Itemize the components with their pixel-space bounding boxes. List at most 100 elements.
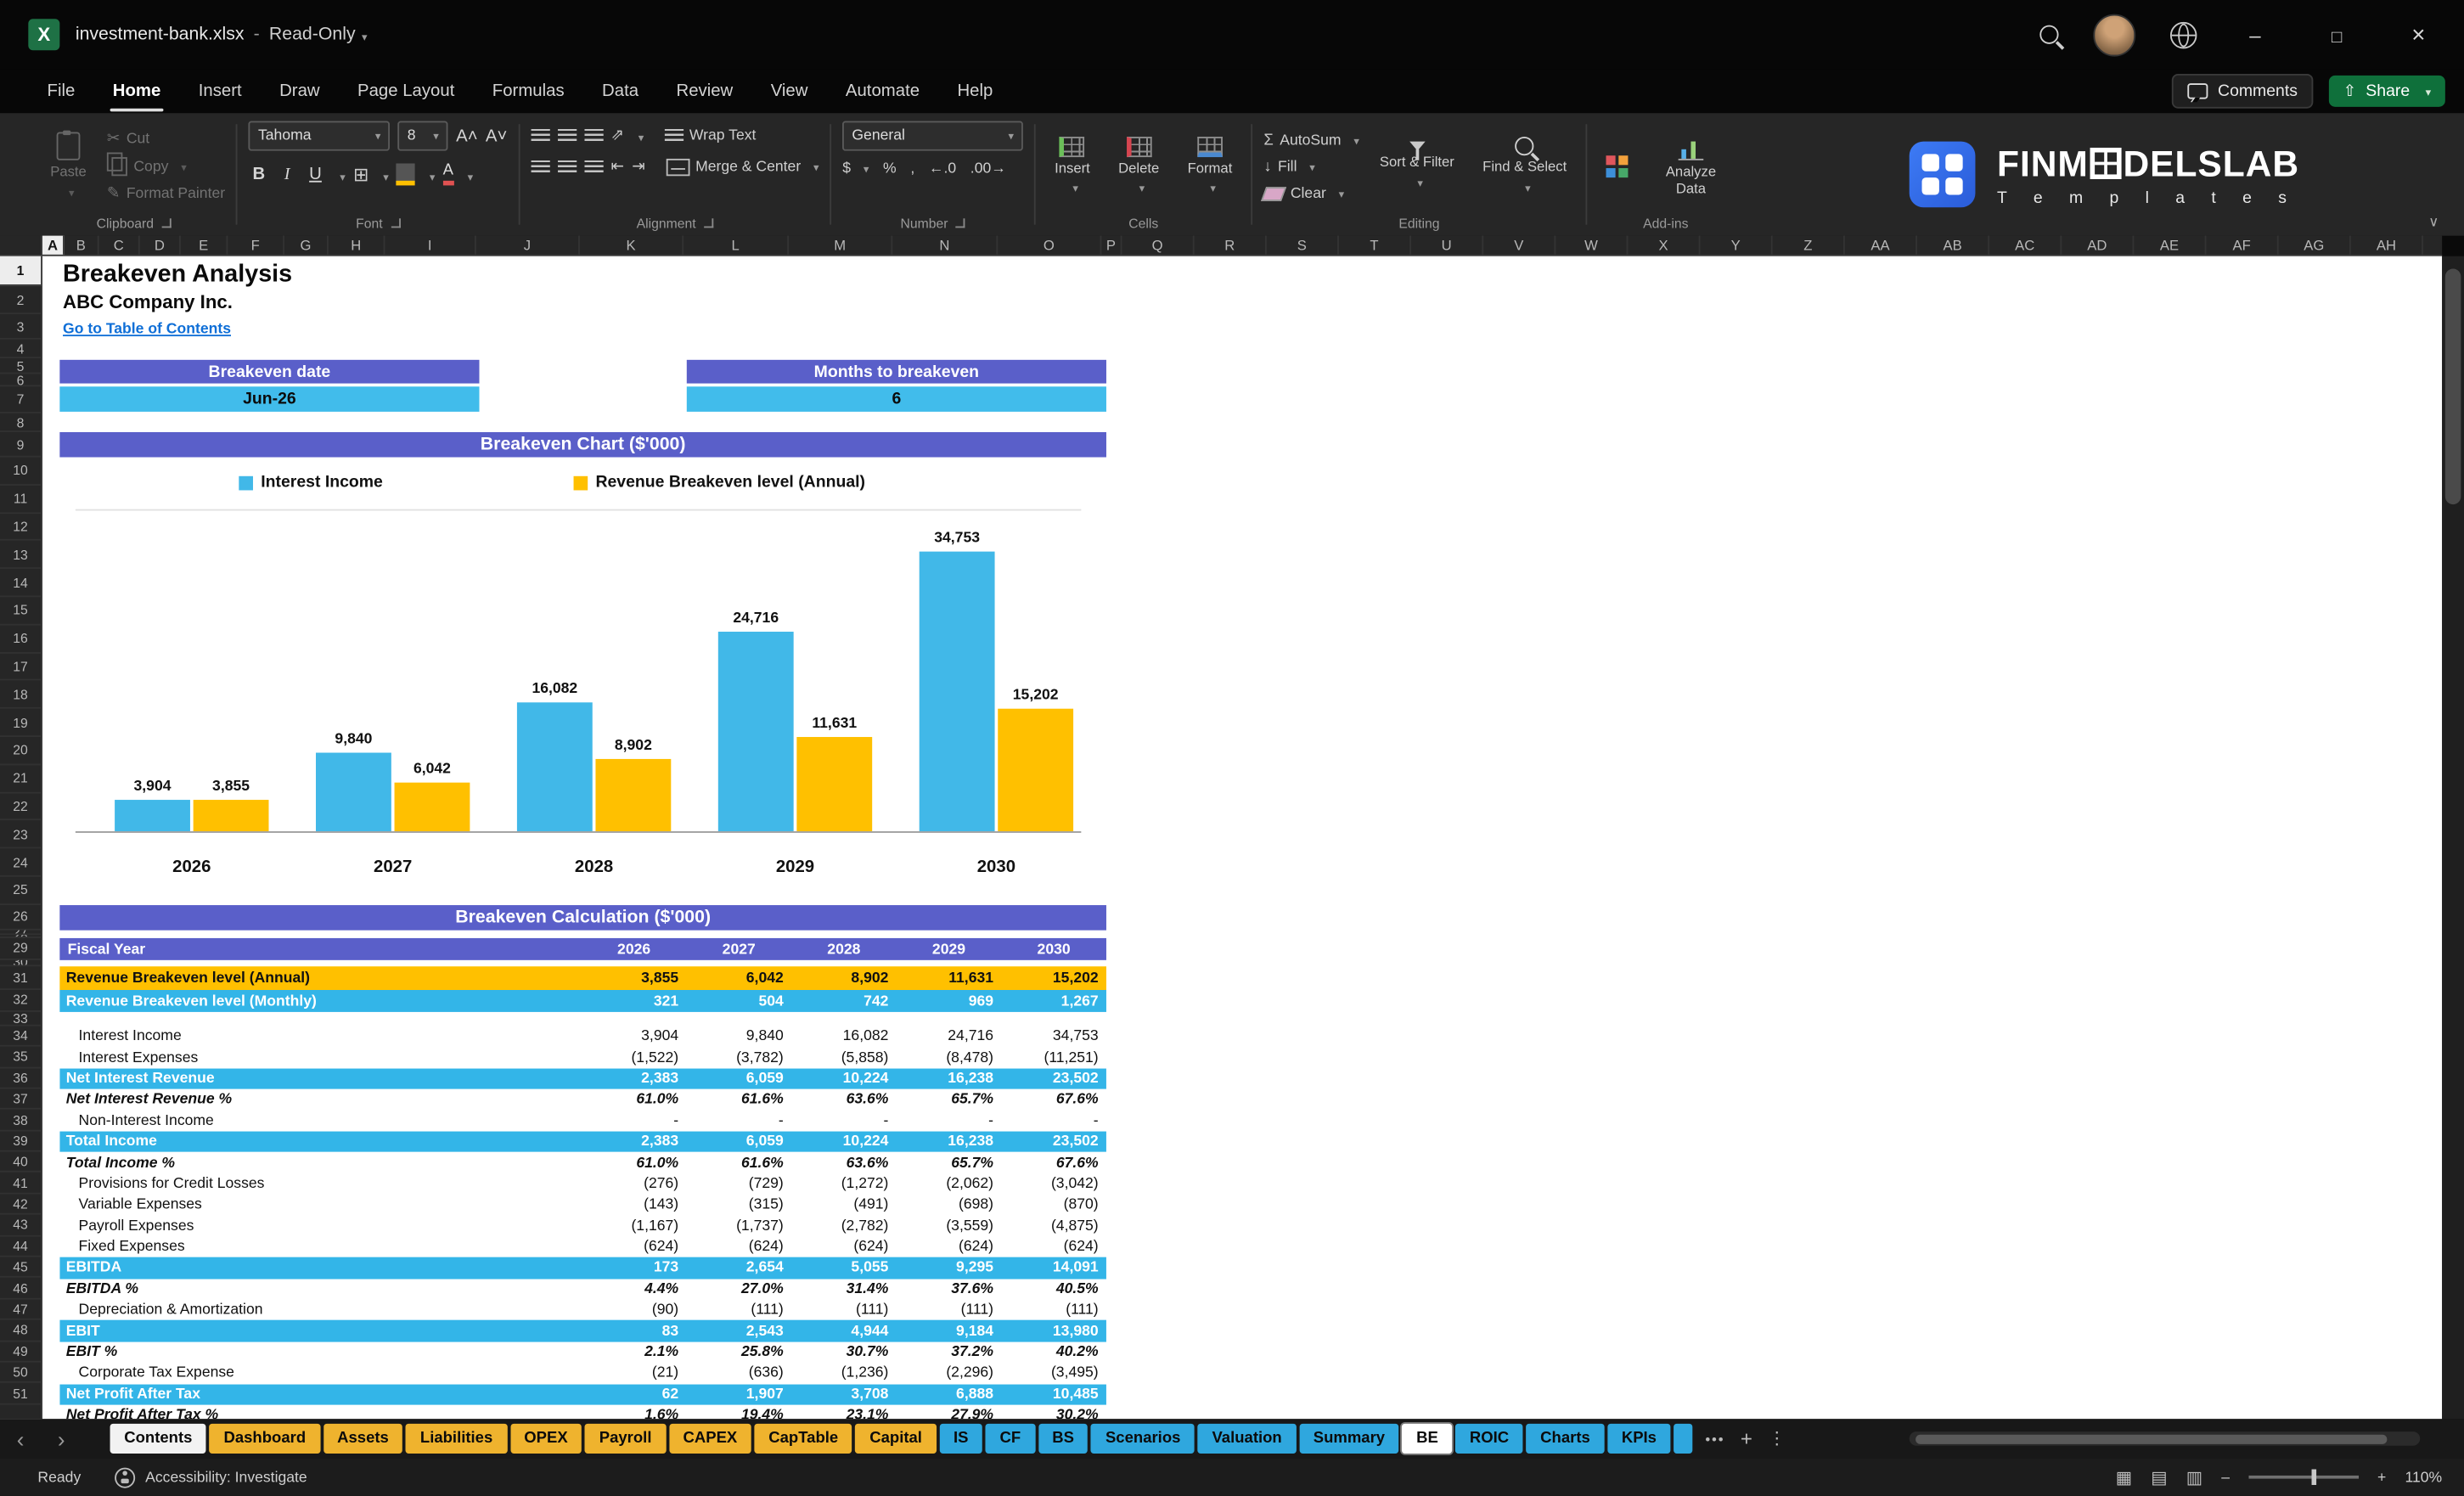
column-header-AF[interactable]: AF (2207, 235, 2279, 255)
number-dialog-launcher[interactable] (955, 217, 965, 228)
row-header-11[interactable]: 11 (0, 486, 42, 514)
increase-font-button[interactable]: A˄ (456, 127, 477, 145)
cell-value[interactable]: (3,042) (1001, 1175, 1106, 1192)
cell-value[interactable]: 37.2% (897, 1344, 1002, 1361)
sheet-tab-is[interactable]: IS (939, 1423, 983, 1454)
comma-style-button[interactable]: , (910, 160, 914, 177)
row-header-37[interactable]: 37 (0, 1088, 42, 1111)
table-row-total-income[interactable]: Total Income % 61.0% 61.6% 63.6% 65.7% 67.6% (59, 1152, 1106, 1173)
cell-value[interactable]: 19.4% (686, 1407, 791, 1419)
cell-value[interactable]: 6,059 (686, 1133, 791, 1150)
row-header-9[interactable]: 9 (0, 432, 42, 458)
cell-value[interactable]: 3,904 (582, 1028, 687, 1045)
column-header-W[interactable]: W (1555, 235, 1629, 255)
cell-value[interactable]: 504 (686, 993, 791, 1010)
cell-value[interactable]: 11,631 (897, 970, 1002, 987)
cell-value[interactable]: - (686, 1112, 791, 1129)
row-header-45[interactable]: 45 (0, 1257, 42, 1279)
close-button[interactable] (2395, 0, 2443, 69)
autosum-button[interactable]: Σ AutoSum (1263, 132, 1359, 149)
sheet-tab-dashboard[interactable]: Dashboard (209, 1423, 320, 1454)
cell-value[interactable]: 65.7% (897, 1154, 1002, 1171)
row-header-17[interactable]: 17 (0, 653, 42, 682)
column-header-V[interactable]: V (1483, 235, 1556, 255)
bold-button[interactable]: B (249, 165, 269, 183)
increase-indent-icon[interactable]: ⇥ (632, 159, 645, 176)
merge-center-button[interactable]: Merge & Center (665, 158, 819, 177)
cell-value[interactable]: (1,522) (582, 1049, 687, 1066)
cell-value[interactable]: 16,238 (897, 1133, 1002, 1150)
cell-value[interactable]: (491) (791, 1196, 897, 1213)
cell-value[interactable]: (624) (686, 1239, 791, 1256)
column-header-O[interactable]: O (998, 235, 1102, 255)
cell-value[interactable]: 9,295 (897, 1259, 1002, 1276)
copy-button[interactable]: Copy (106, 152, 225, 177)
ribbon-tab-view[interactable]: View (751, 69, 826, 113)
cell-value[interactable]: (3,559) (897, 1218, 1002, 1234)
row-header-44[interactable]: 44 (0, 1236, 42, 1257)
table-row-interest-expenses[interactable]: Interest Expenses (1,522) (3,782) (5,858) (8… (59, 1047, 1106, 1068)
align-top-icon[interactable] (531, 127, 550, 143)
column-header-Z[interactable]: Z (1773, 235, 1845, 255)
spreadsheet-grid[interactable]: 1 2 3 4 5 6 7 8 9 10 11 12 13 14 15 16 17 18 19 20 21 22 23 24 2… (0, 256, 2443, 1420)
ribbon-tab-automate[interactable]: Automate (827, 69, 939, 113)
sheet-tab-liabilities[interactable]: Liabilities (406, 1423, 507, 1454)
accounting-format-button[interactable]: $ (842, 160, 869, 177)
sheet-tab-cf[interactable]: CF (985, 1423, 1035, 1454)
cell-value[interactable]: (90) (582, 1302, 687, 1319)
cell-value[interactable]: (3,782) (686, 1049, 791, 1066)
cell-value[interactable]: (2,296) (897, 1364, 1002, 1381)
ribbon-tab-formulas[interactable]: Formulas (474, 69, 583, 113)
cell-value[interactable]: (111) (897, 1302, 1002, 1319)
sheet-tab-bs[interactable]: BS (1038, 1423, 1089, 1454)
table-row-total-income[interactable]: Total Income 2,383 6,059 10,224 16,238 23,502 (59, 1131, 1106, 1153)
table-row-net-interest-revenue[interactable]: Net Interest Revenue 2,383 6,059 10,224 16,2… (59, 1068, 1106, 1089)
cell-value[interactable]: 67.6% (1001, 1091, 1106, 1108)
vertical-scrollbar-thumb[interactable] (2444, 268, 2461, 505)
cell-value[interactable]: 61.6% (686, 1091, 791, 1108)
row-header-5[interactable]: 5 (0, 358, 42, 374)
months-to-breakeven-value[interactable]: 6 (686, 386, 1106, 412)
row-header-50[interactable]: 50 (0, 1363, 42, 1384)
row-header-41[interactable]: 41 (0, 1173, 42, 1195)
row-header-48[interactable]: 48 (0, 1320, 42, 1341)
column-header-M[interactable]: M (789, 235, 893, 255)
table-row-ebitda[interactable]: EBITDA % 4.4% 27.0% 31.4% 37.6% 40.5% (59, 1279, 1106, 1300)
cell-value[interactable]: (729) (686, 1175, 791, 1192)
minimize-button[interactable] (2231, 0, 2279, 69)
row-header-38[interactable]: 38 (0, 1110, 42, 1132)
cell-value[interactable]: 10,224 (791, 1133, 897, 1150)
row-header-4[interactable]: 4 (0, 340, 42, 358)
cell-value[interactable]: 2,383 (582, 1133, 687, 1150)
row-header-7[interactable]: 7 (0, 386, 42, 413)
cell-value[interactable]: (5,858) (791, 1049, 897, 1066)
cell-value[interactable]: 25.8% (686, 1344, 791, 1361)
sheet-tab-scenarios[interactable]: Scenarios (1091, 1423, 1195, 1454)
column-header-AH[interactable]: AH (2351, 235, 2423, 255)
column-header-D[interactable]: D (140, 235, 181, 255)
column-header-S[interactable]: S (1267, 235, 1339, 255)
row-header-20[interactable]: 20 (0, 737, 42, 765)
maximize-button[interactable] (2313, 0, 2360, 69)
column-header-E[interactable]: E (181, 235, 228, 255)
percent-style-button[interactable]: % (883, 160, 897, 177)
cell-value[interactable]: 40.2% (1001, 1344, 1106, 1361)
cell-value[interactable]: (698) (897, 1196, 1002, 1213)
sheet-tab-payroll[interactable]: Payroll (585, 1423, 667, 1454)
row-header-10[interactable]: 10 (0, 458, 42, 486)
row-header-46[interactable]: 46 (0, 1279, 42, 1300)
cell-value[interactable]: 2.1% (582, 1344, 687, 1361)
title-chevron-icon[interactable] (362, 20, 368, 48)
column-header-U[interactable]: U (1411, 235, 1484, 255)
number-format-select[interactable]: General (842, 121, 1024, 151)
row-header-1[interactable]: 1 (0, 256, 42, 286)
borders-icon[interactable] (353, 160, 369, 188)
column-header-AG[interactable]: AG (2279, 235, 2351, 255)
cell-value[interactable]: (1,272) (791, 1175, 897, 1192)
row-header-32[interactable]: 32 (0, 990, 42, 1012)
column-header-J[interactable]: J (476, 235, 580, 255)
cell-value[interactable]: (2,782) (791, 1218, 897, 1234)
underline-button[interactable]: U (305, 165, 325, 183)
cell-value[interactable]: 6,042 (686, 970, 791, 987)
column-header-L[interactable]: L (684, 235, 790, 255)
